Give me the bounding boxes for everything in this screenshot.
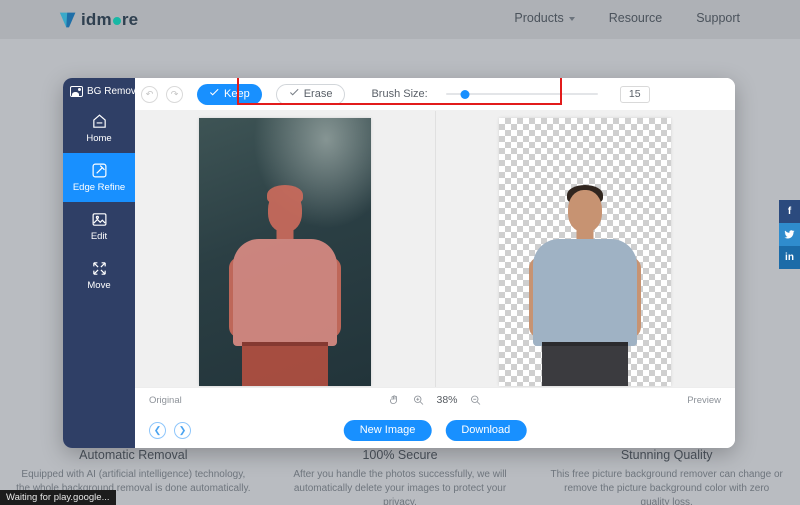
brush-size-slider[interactable] [446, 86, 598, 102]
feature-section: Automatic Removal Equipped with AI (arti… [0, 448, 800, 505]
feature-title: Stunning Quality [549, 448, 784, 462]
action-buttons: New Image Download [344, 420, 527, 441]
nav-label-products: Products [514, 11, 563, 25]
subject-belt [542, 342, 628, 346]
original-canvas-pane[interactable] [135, 111, 435, 387]
logo-text-part1: idm [81, 10, 112, 30]
keep-button-label: Keep [224, 88, 250, 100]
sidebar-item-edit[interactable]: Edit [63, 202, 135, 251]
site-logo[interactable]: idm re [58, 8, 138, 32]
canvas-status-bar: Original 38% [135, 387, 735, 412]
browser-status-text: Waiting for play.google... [0, 490, 116, 505]
undo-arrow-icon[interactable]: ↶ [141, 86, 158, 103]
brush-size-input[interactable]: 15 [620, 86, 650, 103]
nav-label-support: Support [696, 11, 740, 25]
original-label: Original [149, 395, 182, 406]
home-icon [91, 113, 108, 130]
image-edit-icon [91, 211, 108, 228]
sidebar-title-row: BG Remover [63, 78, 135, 104]
nav-item-resource[interactable]: Resource [609, 11, 663, 25]
zoom-level-value: 38% [436, 394, 457, 406]
feature-stunning-quality: Stunning Quality This free picture backg… [533, 448, 800, 505]
zoom-in-icon[interactable] [412, 394, 424, 406]
sidebar-label-edge-refine: Edge Refine [73, 182, 125, 193]
redo-arrow-icon[interactable]: ↷ [166, 86, 183, 103]
brush-size-label: Brush Size: [371, 88, 427, 100]
linkedin-icon[interactable]: in [779, 246, 800, 269]
nav-item-support[interactable]: Support [696, 11, 740, 25]
preview-subject-cutout [499, 118, 671, 386]
preview-label: Preview [687, 395, 721, 406]
pen-square-icon [91, 162, 108, 179]
site-header: idm re Products Resource Support [0, 0, 800, 39]
feature-title: 100% Secure [283, 448, 518, 462]
hand-tool-icon[interactable] [388, 394, 400, 406]
logo-text-part2: re [122, 10, 138, 30]
nav-item-products[interactable]: Products [514, 11, 574, 25]
keep-button[interactable]: Keep [197, 84, 262, 105]
feature-title: Automatic Removal [16, 448, 251, 462]
page-root: idm re Products Resource Support BG R [0, 0, 800, 505]
brush-check-icon [209, 87, 220, 101]
feature-description: This free picture background remover can… [549, 468, 784, 505]
sidebar-label-home: Home [86, 133, 111, 144]
zoom-out-icon[interactable] [470, 394, 482, 406]
sidebar-item-home[interactable]: Home [63, 104, 135, 153]
erase-button-label: Erase [304, 88, 333, 100]
subject-head [268, 190, 302, 232]
logo-dot-icon [113, 17, 121, 25]
image-mountain-icon [70, 86, 83, 97]
subject-belt [242, 342, 328, 346]
twitter-icon[interactable] [779, 223, 800, 246]
chevron-right-icon[interactable]: ❯ [174, 422, 191, 439]
sidebar-item-move[interactable]: Move [63, 251, 135, 300]
facebook-icon[interactable]: f [779, 200, 800, 223]
brush-erase-icon [289, 87, 300, 101]
feature-description: After you handle the photos successfully… [283, 468, 518, 505]
vidmore-checkmark-icon [58, 9, 80, 31]
subject-pants [242, 346, 328, 386]
editor-action-bar: ❮ ❯ New Image Download [135, 412, 735, 448]
editor-main: ↶ ↷ Keep Erase [135, 78, 735, 448]
zoom-controls: 38% [388, 394, 481, 406]
chevron-down-icon [569, 17, 575, 21]
download-button[interactable]: Download [445, 420, 526, 441]
move-arrows-icon [91, 260, 108, 277]
sidebar-item-edge-refine[interactable]: Edge Refine [63, 153, 135, 202]
subject-shirt [533, 239, 637, 346]
subject-shirt [233, 239, 337, 346]
chevron-left-icon[interactable]: ❮ [149, 422, 166, 439]
bg-remover-editor-window: BG Remover Home Edge Refine [63, 78, 735, 448]
preview-canvas-pane[interactable] [435, 111, 736, 387]
canvas-panes [135, 111, 735, 387]
edge-refine-toolbar: ↶ ↷ Keep Erase [135, 78, 735, 111]
feature-100-secure: 100% Secure After you handle the photos … [267, 448, 534, 505]
subject-pants [542, 346, 628, 386]
editor-sidebar: BG Remover Home Edge Refine [63, 78, 135, 448]
social-share-rail: f in [779, 200, 800, 269]
nav-label-resource: Resource [609, 11, 663, 25]
preview-image[interactable] [499, 118, 671, 386]
slider-thumb[interactable] [461, 90, 470, 99]
sidebar-label-move: Move [87, 280, 110, 291]
erase-button[interactable]: Erase [276, 84, 346, 105]
subject-head [568, 190, 602, 232]
logo-text: idm re [81, 10, 138, 30]
sidebar-label-edit: Edit [91, 231, 107, 242]
main-nav: Products Resource Support [514, 11, 740, 25]
original-image[interactable] [199, 118, 371, 386]
original-subject-mask [199, 118, 371, 386]
new-image-button[interactable]: New Image [344, 420, 432, 441]
